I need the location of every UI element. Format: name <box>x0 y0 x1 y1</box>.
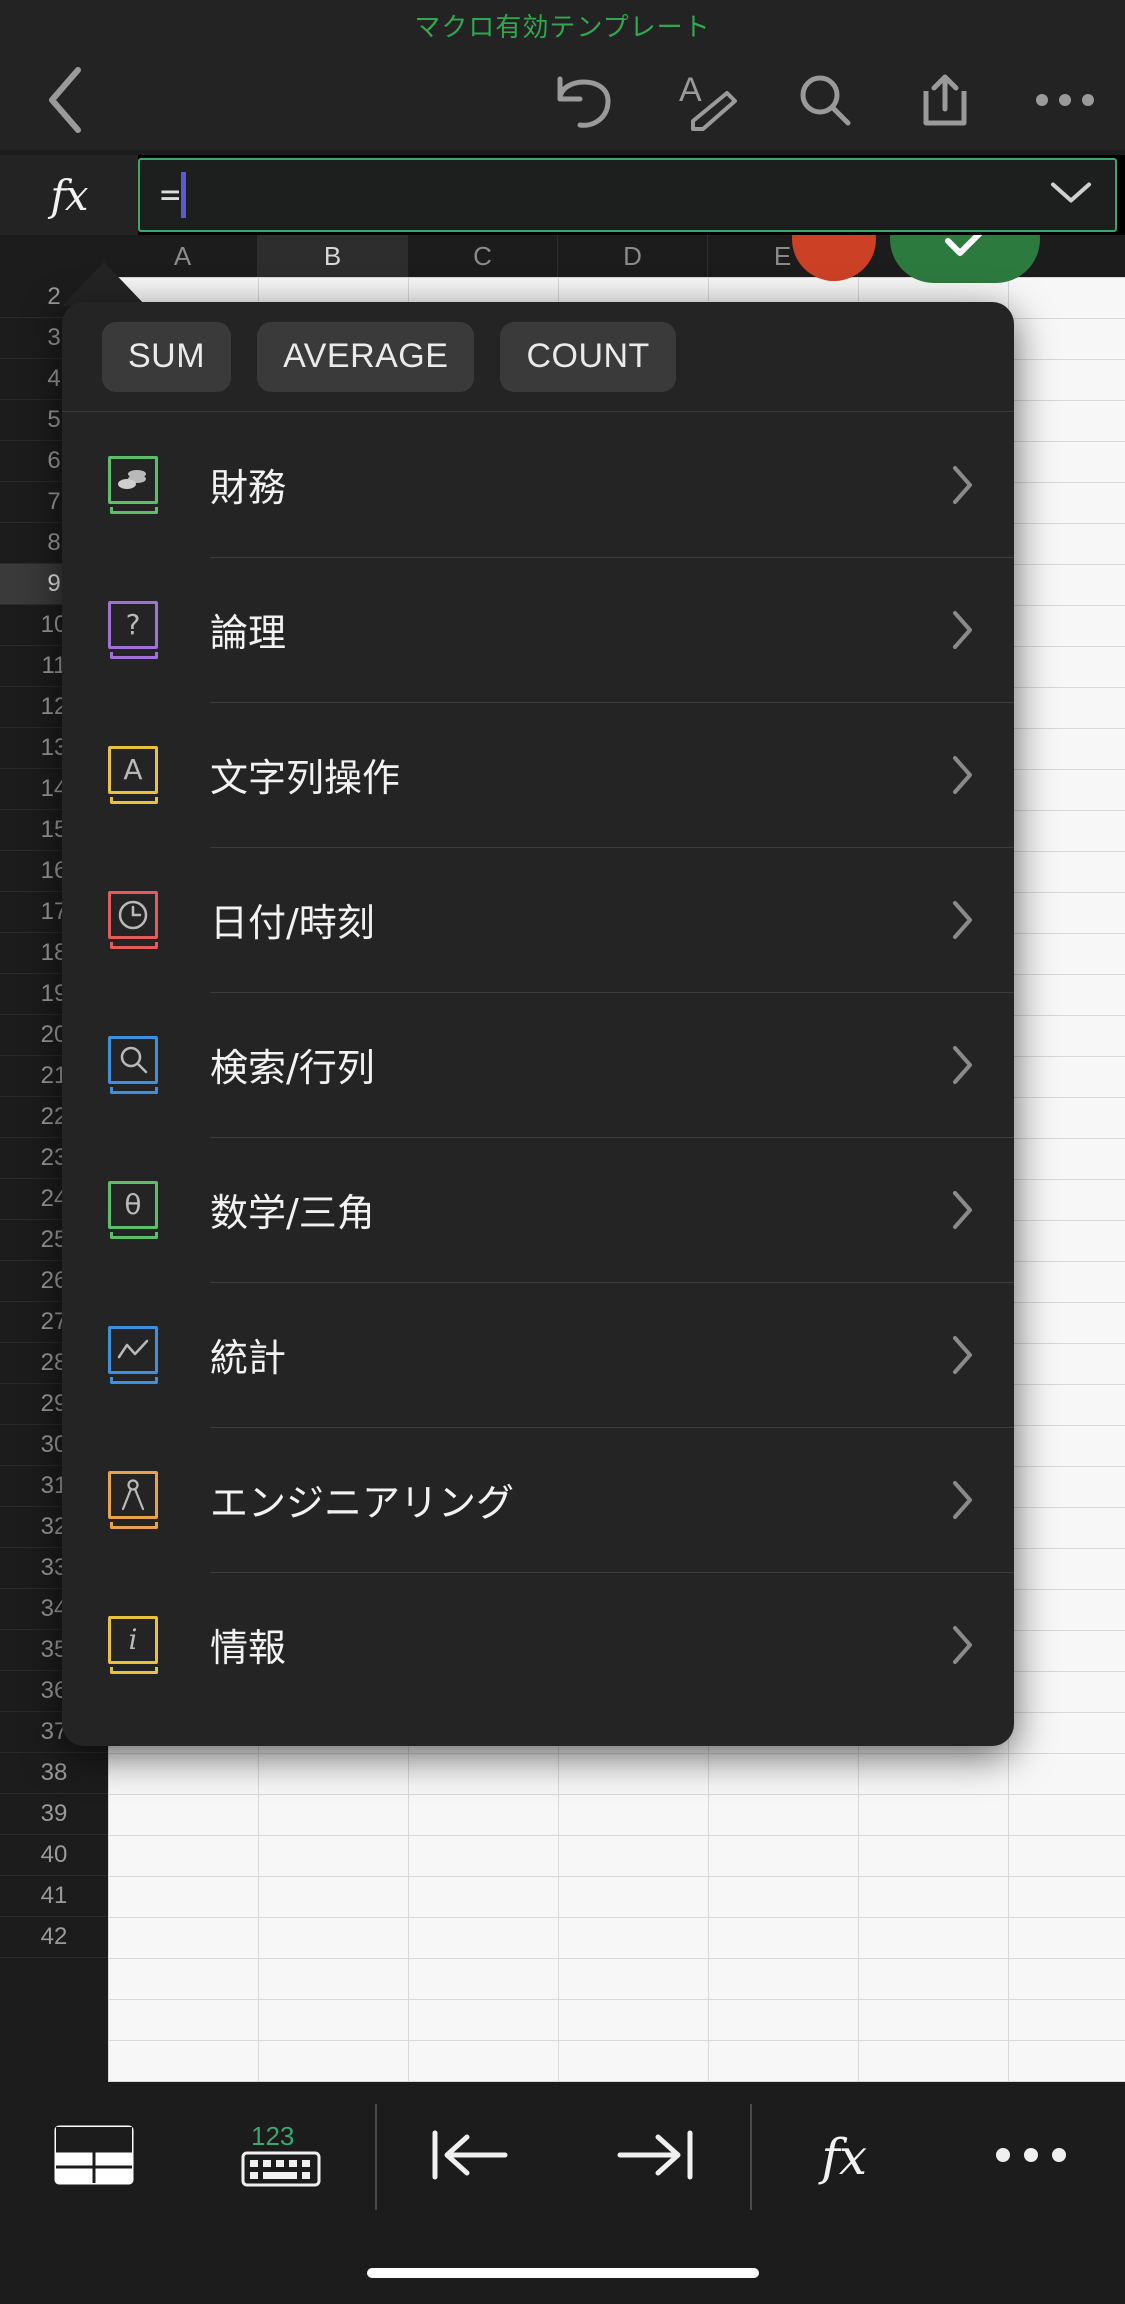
document-title: マクロ有効テンプレート <box>414 12 711 43</box>
home-indicator <box>366 2268 759 2278</box>
function-category-label: 情報 <box>210 1626 287 1670</box>
function-category-row[interactable]: 財務 <box>62 412 1014 557</box>
quick-function-count[interactable]: COUNT <box>500 321 676 392</box>
sheet-grid-icon <box>53 2124 135 2191</box>
book-info-icon: i <box>102 1615 164 1674</box>
function-category-row[interactable]: 日付/時刻 <box>62 847 1014 992</box>
keyboard-123-icon: 123 <box>235 2119 327 2196</box>
chevron-right-icon <box>948 464 978 506</box>
sheet-view-button[interactable] <box>0 2082 188 2232</box>
row-header[interactable]: 39 <box>0 1794 108 1835</box>
arrow-left-bar-icon <box>427 2127 511 2188</box>
function-category-row[interactable]: 検索/行列 <box>62 992 1014 1137</box>
fx-icon: fx <box>821 2128 867 2186</box>
quick-functions-row: SUM AVERAGE COUNT <box>62 302 1014 412</box>
chevron-right-icon <box>948 1189 978 1231</box>
book-search-icon <box>102 1035 164 1094</box>
title-bar: マクロ有効テンプレート <box>0 0 1125 50</box>
book-letter-a-icon: A <box>102 745 164 804</box>
undo-icon <box>552 69 618 131</box>
chevron-right-icon <box>948 1044 978 1086</box>
function-category-row[interactable]: θ 数学/三角 <box>62 1137 1014 1282</box>
function-category-label: 論理 <box>210 611 287 655</box>
ellipsis-icon <box>995 2145 1067 2170</box>
row-header[interactable]: 40 <box>0 1835 108 1876</box>
svg-text:A: A <box>679 71 702 109</box>
chevron-left-icon <box>42 64 88 136</box>
popover-caret <box>62 262 146 306</box>
search-button[interactable] <box>765 50 885 150</box>
function-category-row[interactable]: A 文字列操作 <box>62 702 1014 847</box>
more-button[interactable] <box>1005 50 1125 150</box>
arrow-right-bar-icon <box>614 2127 698 2188</box>
back-button[interactable] <box>0 64 130 136</box>
column-header-b[interactable]: B <box>258 235 408 277</box>
share-button[interactable] <box>885 50 1005 150</box>
formula-button[interactable]: fx <box>750 2082 938 2232</box>
chevron-right-icon <box>948 1479 978 1521</box>
book-clock-icon <box>102 890 164 949</box>
formula-input[interactable]: = <box>138 158 1117 232</box>
book-compass-icon <box>102 1470 164 1529</box>
book-question-icon: ? <box>102 600 164 659</box>
text-pen-icon: A <box>671 67 739 133</box>
function-category-label: 検索/行列 <box>210 1046 375 1090</box>
function-category-label: 統計 <box>210 1336 287 1380</box>
row-header[interactable]: 41 <box>0 1876 108 1917</box>
book-theta-icon: θ <box>102 1180 164 1239</box>
fx-label: fx <box>50 170 88 220</box>
undo-button[interactable] <box>525 50 645 150</box>
toolbar-divider-right <box>750 2104 752 2210</box>
book-chart-icon <box>102 1325 164 1384</box>
quick-function-sum[interactable]: SUM <box>102 321 232 392</box>
chevron-right-icon <box>948 754 978 796</box>
function-category-label: 日付/時刻 <box>210 901 375 945</box>
navbar-actions: A <box>525 50 1125 150</box>
function-category-label: 文字列操作 <box>210 756 401 800</box>
share-icon <box>914 69 976 131</box>
function-category-row[interactable]: エンジニアリング <box>62 1427 1014 1572</box>
column-header-c[interactable]: C <box>408 235 558 277</box>
column-header-d[interactable]: D <box>558 235 708 277</box>
text-caret <box>181 172 187 218</box>
navigation-toolbar: A <box>0 50 1125 150</box>
formula-value: = <box>160 175 181 215</box>
row-header[interactable]: 38 <box>0 1753 108 1794</box>
function-category-label: 数学/三角 <box>210 1191 375 1235</box>
book-coins-icon <box>102 455 164 514</box>
function-category-label: エンジニアリング <box>210 1481 515 1525</box>
search-icon <box>794 69 856 131</box>
bottom-toolbar: 123 fx <box>0 2082 1125 2232</box>
formula-bar: fx = <box>0 155 1125 235</box>
toolbar-divider-left <box>375 2104 377 2210</box>
spreadsheet-app: マクロ有効テンプレート A fx = A B C D E 2 3 4 5 6 7… <box>0 0 1125 2304</box>
quick-function-average[interactable]: AVERAGE <box>257 321 475 392</box>
chevron-right-icon <box>948 1624 978 1666</box>
function-category-row[interactable]: i 情報 <box>62 1572 1014 1717</box>
svg-text:123: 123 <box>251 2121 294 2151</box>
ellipsis-icon <box>1034 90 1096 110</box>
function-picker-popover: SUM AVERAGE COUNT 財務? 論理 A 文字列操作 日付/時刻 検索/行列 θ 数学… <box>62 302 1014 1746</box>
fx-button[interactable]: fx <box>0 155 138 235</box>
row-header[interactable]: 42 <box>0 1917 108 1958</box>
move-left-button[interactable] <box>375 2082 563 2232</box>
chevron-right-icon <box>948 1334 978 1376</box>
chevron-right-icon <box>948 899 978 941</box>
more-options-button[interactable] <box>938 2082 1125 2232</box>
numeric-keyboard-button[interactable]: 123 <box>188 2082 376 2232</box>
chevron-right-icon <box>948 609 978 651</box>
function-category-row[interactable]: 統計 <box>62 1282 1014 1427</box>
chevron-down-icon[interactable] <box>1049 180 1093 211</box>
function-category-label: 財務 <box>210 466 287 510</box>
function-category-row[interactable]: ? 論理 <box>62 557 1014 702</box>
function-category-list: 財務? 論理 A 文字列操作 日付/時刻 検索/行列 θ 数学/三角 統計 エンジニアリング i 情報 <box>62 412 1014 1746</box>
checkmark-icon <box>945 235 983 256</box>
edit-text-button[interactable]: A <box>645 50 765 150</box>
move-right-button[interactable] <box>563 2082 751 2232</box>
